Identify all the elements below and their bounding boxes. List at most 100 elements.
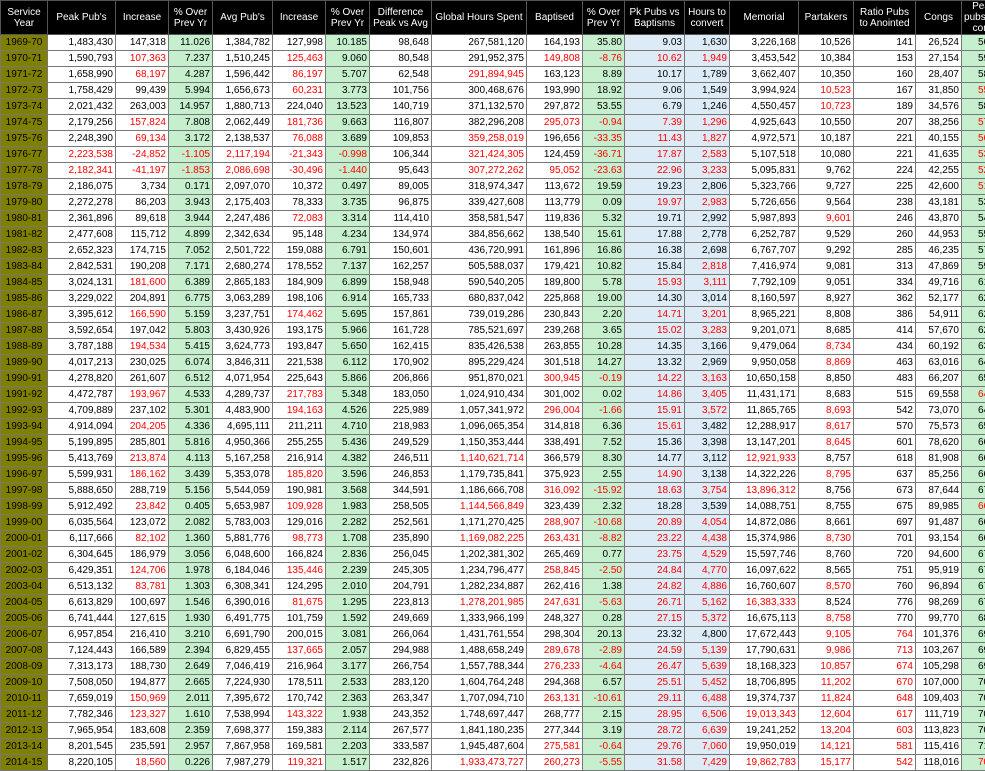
table-cell: 288,907 [527,515,583,531]
table-cell: 57 [962,115,985,131]
table-row: 1995-965,413,769213,8744.1135,167,258216… [1,451,985,467]
table-cell: 1,758,429 [48,83,116,99]
table-cell: 249,669 [370,611,432,627]
table-cell: 200,015 [273,627,326,643]
table-cell: 87,644 [916,483,962,499]
table-cell: 137,665 [273,643,326,659]
table-cell: 167 [854,83,916,99]
table-cell: 3.943 [169,195,213,211]
table-cell: -0.94 [583,115,625,131]
table-cell: 8,685 [799,323,854,339]
table-cell: 1,827 [685,131,730,147]
table-cell: 19.23 [625,179,685,195]
service-year-cell: 1985-86 [1,291,48,307]
service-year-cell: 1972-73 [1,83,48,99]
table-cell: 266,754 [370,659,432,675]
table-cell: 9,564 [799,195,854,211]
table-cell: 2.15 [583,707,625,723]
table-cell: -23.63 [583,163,625,179]
table-cell: 67 [962,595,985,611]
table-cell: 73,070 [916,403,962,419]
table-cell: 8,734 [799,339,854,355]
table-cell: 6,184,046 [213,563,273,579]
table-cell: 11.026 [169,35,213,51]
table-cell: 19,013,343 [730,707,799,723]
service-year-cell: 1996-97 [1,467,48,483]
table-cell: 204,205 [116,419,169,435]
table-cell: 19,241,252 [730,723,799,739]
table-cell: 5,544,059 [213,483,273,499]
table-cell: -1.440 [326,163,370,179]
table-cell: 78,620 [916,435,962,451]
table-cell: 3,994,924 [730,83,799,99]
table-cell: 98,269 [916,595,962,611]
table-cell: 183,608 [116,723,169,739]
service-year-cell: 1980-81 [1,211,48,227]
table-cell: 157,824 [116,115,169,131]
table-cell: 5.301 [169,403,213,419]
table-cell: 297,872 [527,99,583,115]
table-cell: 10.17 [625,67,685,83]
table-cell: 116,807 [370,115,432,131]
table-cell: 515 [854,387,916,403]
table-cell: 291,894,945 [432,67,527,83]
table-cell: 6,390,016 [213,595,273,611]
table-cell: 0.171 [169,179,213,195]
table-cell: 85,256 [916,467,962,483]
column-header: Congs [916,1,962,35]
table-cell: 2,778 [685,227,730,243]
table-cell: 283,120 [370,675,432,691]
table-cell: 1,150,353,444 [432,435,527,451]
table-cell: 2.649 [169,659,213,675]
table-row: 2001-026,304,645186,9793.0566,048,600166… [1,547,985,563]
table-cell: 58 [962,99,985,115]
table-cell: 20.13 [583,627,625,643]
table-cell: 835,426,538 [432,339,527,355]
table-cell: 246,853 [370,467,432,483]
service-year-cell: 2009-10 [1,675,48,691]
table-cell: 225 [854,179,916,195]
table-cell: 2.836 [326,547,370,563]
table-cell: 2.55 [583,467,625,483]
table-cell: 7,224,930 [213,675,273,691]
table-cell: 2,583 [685,147,730,163]
table-cell: 8,758 [799,611,854,627]
table-cell: 8,808 [799,307,854,323]
table-cell: -33.35 [583,131,625,147]
table-cell: 7.171 [169,259,213,275]
table-cell: 3,166 [685,339,730,355]
table-cell: 170,902 [370,355,432,371]
table-cell: -1.105 [169,147,213,163]
table-cell: 680,837,042 [432,291,527,307]
table-cell: 3,063,289 [213,291,273,307]
table-cell: 951,870,021 [432,371,527,387]
table-cell: 1.38 [583,579,625,595]
table-cell: 14,121 [799,739,854,755]
table-cell: 225,868 [527,291,583,307]
table-cell: 6.79 [625,99,685,115]
table-cell: 1,604,764,248 [432,675,527,691]
table-cell: 67 [962,483,985,499]
table-cell: 4.336 [169,419,213,435]
table-cell: 6.389 [169,275,213,291]
table-cell: 3,138 [685,467,730,483]
table-cell: 123,327 [116,707,169,723]
table-cell: 5,888,650 [48,483,116,499]
table-cell: 301,002 [527,387,583,403]
table-cell: 89,618 [116,211,169,227]
table-cell: 189,800 [527,275,583,291]
table-cell: 11,202 [799,675,854,691]
table-cell: 463 [854,355,916,371]
table-row: 2006-076,957,854216,4103.2106,691,790200… [1,627,985,643]
table-cell: 1.978 [169,563,213,579]
table-cell: 603 [854,723,916,739]
table-cell: 70 [962,723,985,739]
table-cell: 3,163 [685,371,730,387]
table-cell: 230,025 [116,355,169,371]
table-cell: 14.957 [169,99,213,115]
table-cell: 69 [962,643,985,659]
table-cell: 14,322,226 [730,467,799,483]
table-cell: 217,783 [273,387,326,403]
table-cell: 162,415 [370,339,432,355]
table-cell: 75,573 [916,419,962,435]
